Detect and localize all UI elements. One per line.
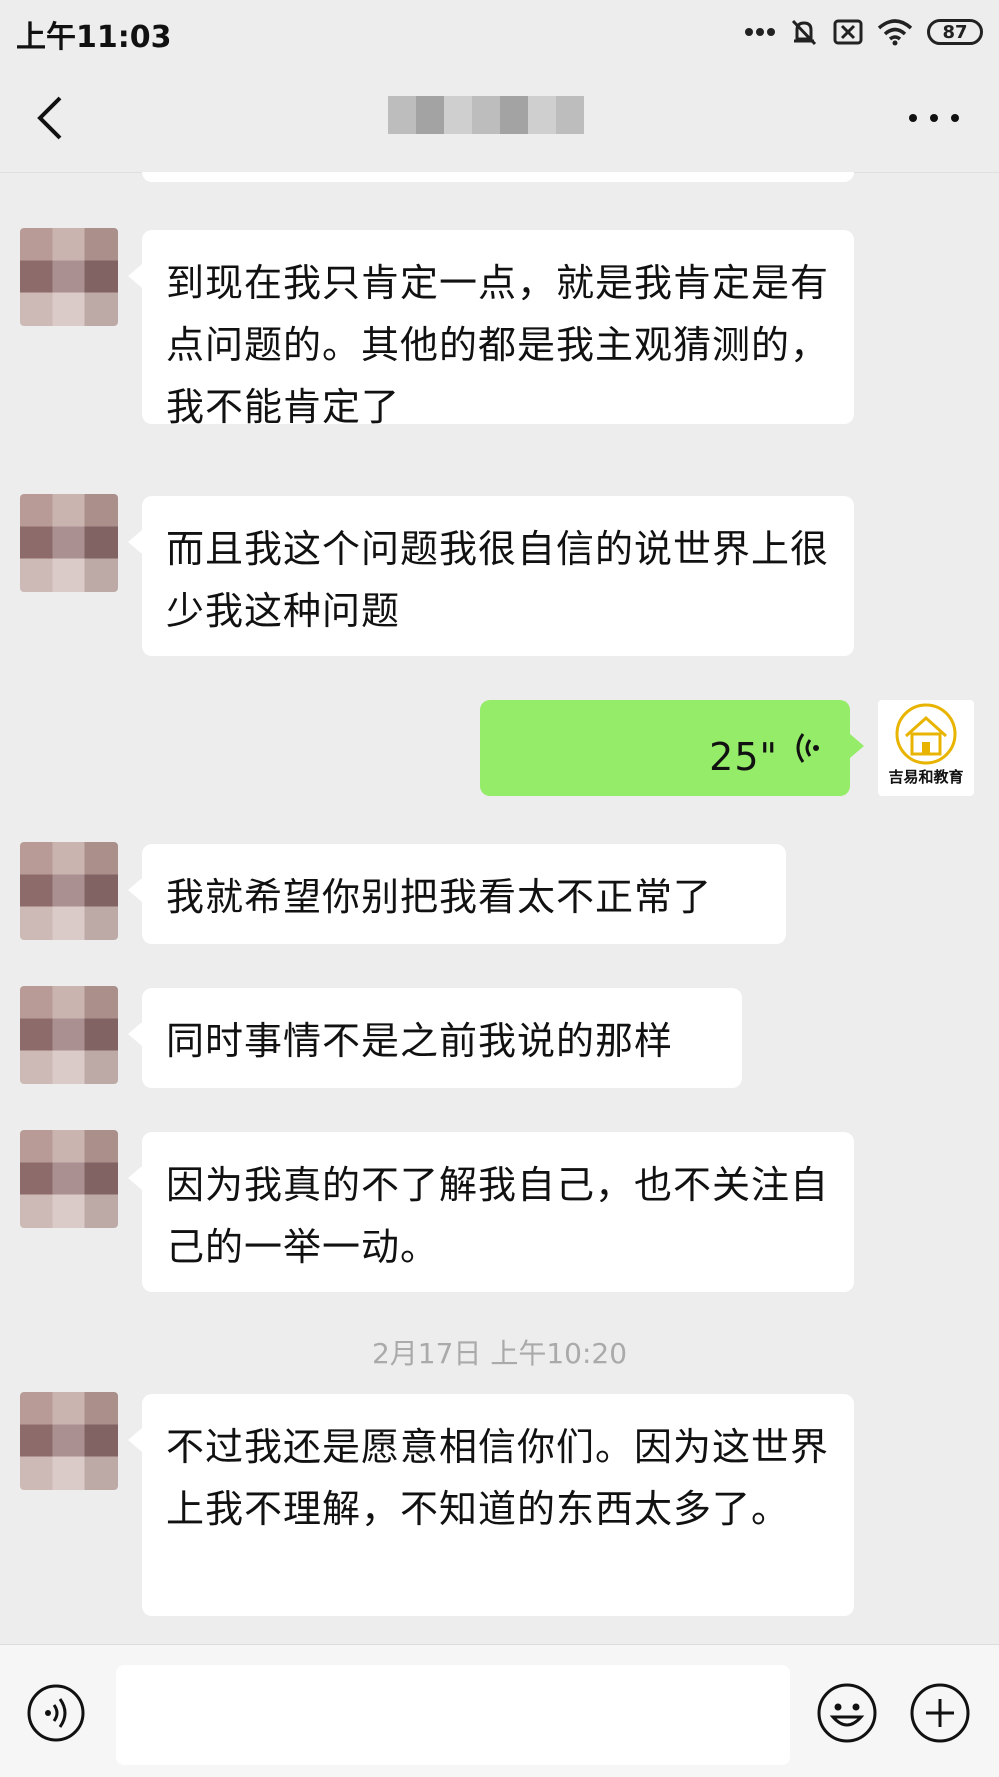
input-bar [0, 1644, 999, 1777]
contact-avatar[interactable] [20, 494, 118, 592]
message-row: 不过我还是愿意相信你们。因为这世界上我不理解，不知道的东西太多了。 [0, 1392, 999, 1616]
chat-screen: 上午11:03 87 到现在我只肯定一点，就是我肯定是有点问题的。其他的都是我主… [0, 0, 999, 1777]
more-options-button[interactable] [909, 100, 959, 136]
voice-icon [27, 1684, 85, 1742]
battery-indicator: 87 [927, 19, 983, 45]
contact-avatar[interactable] [20, 1392, 118, 1490]
chevron-left-icon [37, 96, 62, 140]
contact-avatar[interactable] [20, 986, 118, 1084]
more-dots-icon [909, 114, 917, 122]
message-bubble[interactable]: 我就希望你别把我看太不正常了 [128, 844, 786, 944]
message-row: 我就希望你别把我看太不正常了 [0, 842, 999, 944]
silent-bell-icon [789, 17, 819, 47]
chat-title-blurred [388, 96, 584, 134]
nav-bar [0, 64, 999, 173]
chat-message-list[interactable]: 到现在我只肯定一点，就是我肯定是有点问题的。其他的都是我主观猜测的，我不能肯定了… [0, 172, 999, 1644]
more-notifications-icon [745, 27, 775, 37]
message-text: 而且我这个问题我很自信的说世界上很少我这种问题 [166, 527, 830, 633]
status-icons: 87 [745, 14, 983, 50]
sim-disabled-icon [833, 19, 863, 45]
message-text: 到现在我只肯定一点，就是我肯定是有点问题的。其他的都是我主观猜测的，我不能肯定了 [166, 261, 830, 429]
message-bubble[interactable]: 因为我真的不了解我自己，也不关注自己的一举一动。 [128, 1132, 854, 1292]
message-row: 同时事情不是之前我说的那样 [0, 986, 999, 1088]
message-row: 25" 吉易和教育 [0, 700, 999, 800]
message-input[interactable] [116, 1665, 790, 1765]
message-bubble[interactable]: 不过我还是愿意相信你们。因为这世界上我不理解，不知道的东西太多了。 [128, 1394, 854, 1616]
chat-timestamp: 2月17日 上午10:20 [371, 1337, 628, 1370]
contact-avatar[interactable] [20, 1130, 118, 1228]
previous-bubble-edge [142, 172, 854, 182]
message-text: 因为我真的不了解我自己，也不关注自己的一举一动。 [166, 1163, 830, 1269]
emoji-button[interactable] [815, 1681, 879, 1745]
voice-duration: 25" [709, 735, 778, 779]
message-row: 而且我这个问题我很自信的说世界上很少我这种问题 [0, 494, 999, 656]
status-time: 上午11:03 [16, 20, 172, 55]
message-bubble[interactable]: 到现在我只肯定一点，就是我肯定是有点问题的。其他的都是我主观猜测的，我不能肯定了 [128, 230, 854, 429]
contact-avatar[interactable] [20, 842, 118, 940]
message-row: 因为我真的不了解我自己，也不关注自己的一举一动。 [0, 1130, 999, 1294]
my-avatar[interactable]: 吉易和教育 [878, 700, 974, 796]
avatar-brand-label: 吉易和教育 [888, 768, 964, 786]
voice-input-button[interactable] [26, 1683, 86, 1743]
status-bar: 上午11:03 87 [0, 0, 999, 64]
message-bubble[interactable]: 同时事情不是之前我说的那样 [128, 988, 742, 1088]
voice-message-bubble[interactable]: 25" [480, 700, 864, 796]
contact-avatar[interactable] [20, 228, 118, 326]
back-button[interactable] [30, 92, 74, 144]
message-bubble[interactable]: 而且我这个问题我很自信的说世界上很少我这种问题 [128, 496, 854, 656]
emoji-icon [817, 1683, 877, 1743]
message-text: 我就希望你别把我看太不正常了 [166, 875, 713, 919]
message-text: 同时事情不是之前我说的那样 [166, 1019, 674, 1063]
message-row: 到现在我只肯定一点，就是我肯定是有点问题的。其他的都是我主观猜测的，我不能肯定了 [0, 228, 999, 429]
add-attachment-button[interactable] [908, 1681, 972, 1745]
plus-icon [910, 1683, 970, 1743]
wifi-icon [877, 18, 913, 46]
voice-wave-icon [796, 733, 819, 763]
message-text: 不过我还是愿意相信你们。因为这世界上我不理解，不知道的东西太多了。 [166, 1425, 830, 1531]
house-logo-icon [895, 703, 957, 765]
